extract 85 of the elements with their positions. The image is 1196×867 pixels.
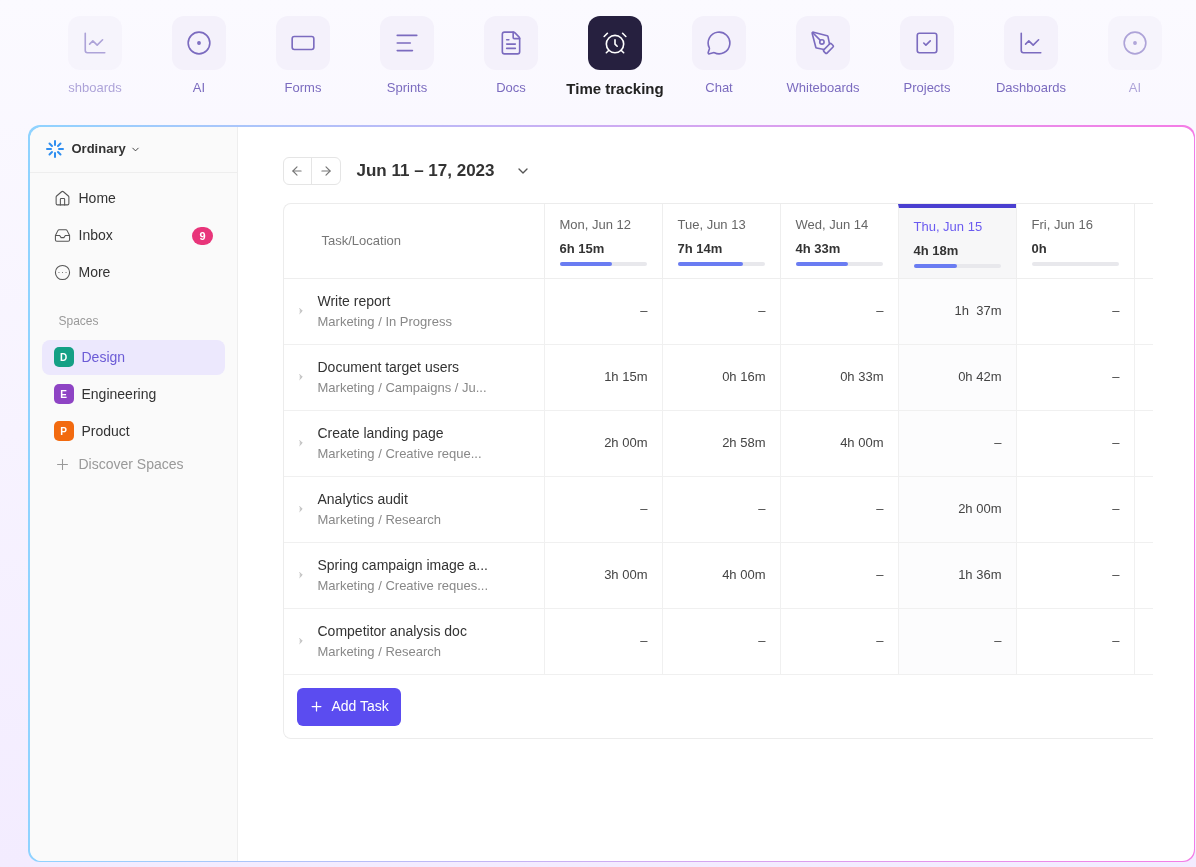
nav-tab[interactable]: Docs [459, 16, 563, 98]
time-cell-text: – [1112, 632, 1120, 651]
task-name: Create landing page [317, 423, 445, 443]
chart-icon [1018, 30, 1044, 56]
task-name: Competitor analysis doc [317, 621, 467, 641]
time-cell-text: 1h 36m [958, 566, 1002, 585]
sidebar-item[interactable]: Home [41, 184, 225, 213]
sparkle-logo-icon [45, 140, 64, 158]
more-icon [53, 264, 71, 281]
task-name: Write report [317, 291, 392, 311]
task-name: Document target users [317, 357, 461, 377]
nav-tab[interactable]: Chat [667, 16, 771, 98]
time-cell-text: – [876, 632, 884, 651]
time-cell-text: 0h 16m [722, 368, 766, 387]
space-avatar: D [53, 347, 74, 367]
task-location: Marketing / Research [317, 510, 442, 529]
time-cell-text: – [994, 434, 1002, 453]
column-heading: Task/Location [321, 231, 401, 250]
time-cell-text: – [876, 302, 884, 321]
time-cell-text: – [876, 566, 884, 585]
day-column-header[interactable]: Tue, Jun 13 7h 14m [661, 203, 780, 278]
task-name: Analytics audit [317, 489, 409, 509]
time-cell-text: 2h 00m [958, 500, 1002, 519]
task-location: Marketing / Research [317, 642, 443, 661]
nav-tab[interactable]: Whiteboards [771, 16, 875, 98]
day-column-header[interactable]: Wed, Jun 14 4h 33m [779, 203, 898, 278]
time-cell-text: 2h 58m [722, 434, 766, 453]
nav-tab[interactable]: AI [147, 16, 251, 98]
space-avatar: E [53, 384, 74, 404]
time-cell-text: – [994, 632, 1002, 651]
task-name: Spring campaign image a... [317, 555, 489, 575]
chat-icon [706, 30, 732, 56]
nav-tab[interactable]: Projects [875, 16, 979, 98]
section-heading: Spaces [57, 312, 100, 330]
time-cell-text: 0h 42m [958, 368, 1002, 387]
time-cell-text: – [640, 632, 648, 651]
discover-spaces-link[interactable]: Discover Spaces [41, 450, 225, 479]
clock-icon [602, 30, 628, 56]
day-column-header[interactable]: Thu, Jun 15 4h 18m [897, 203, 1016, 278]
add-task-button[interactable]: Add Task [296, 687, 401, 726]
nav-tab[interactable]: Dashboards [979, 16, 1083, 98]
time-cell-text: 4h 00m [722, 566, 766, 585]
nav-tab[interactable]: Sprints [355, 16, 459, 98]
pen-icon [810, 30, 836, 56]
time-cell-text: – [758, 500, 766, 519]
time-cell-text: 1h 15m [604, 368, 648, 387]
space-item[interactable]: E Engineering [41, 376, 225, 412]
time-cell-text: 3h 00m [604, 566, 648, 585]
checkbox-icon [914, 30, 940, 56]
count-badge: 9 [192, 226, 213, 245]
time-cell-text: – [1112, 500, 1120, 519]
time-cell-text: 1h 37m [954, 302, 1002, 321]
ring-icon [186, 30, 212, 56]
time-cell-text: – [1112, 368, 1120, 387]
time-cell-text: – [758, 302, 766, 321]
home-icon [53, 190, 71, 207]
time-cell-text: – [1112, 566, 1120, 585]
plus-icon [308, 699, 324, 714]
workspace-switcher[interactable]: Ordinary [71, 139, 141, 159]
time-cell-text: – [1112, 302, 1120, 321]
space-avatar: P [53, 421, 74, 441]
task-location: Marketing / In Progress [317, 312, 452, 331]
sidebar-item[interactable]: More [41, 258, 225, 287]
time-cell-text: 4h 00m [840, 434, 884, 453]
task-location: Marketing / Creative reques... [317, 576, 489, 595]
chart-icon [82, 30, 108, 56]
day-column-header[interactable]: Fri, Jun 16 0h [1015, 203, 1134, 278]
task-location: Marketing / Creative reque... [317, 444, 482, 463]
space-item[interactable]: P Product [41, 413, 225, 449]
sidebar-item[interactable]: Inbox 9 [41, 221, 225, 250]
nav-tab[interactable]: Forms [251, 16, 355, 98]
date-range: Jun 11 – 17, 2023 [356, 159, 495, 182]
time-cell-text: 0h 33m [840, 368, 884, 387]
inbox-icon [53, 227, 71, 244]
time-cell-text: 2h 00m [604, 434, 648, 453]
ring-icon [1122, 30, 1148, 56]
time-cell-text: – [758, 632, 766, 651]
time-cell-text: – [1112, 434, 1120, 453]
day-column-header[interactable]: Mon, Jun 12 6h 15m [543, 203, 662, 278]
nav-tab[interactable]: Time tracking [563, 16, 667, 101]
time-cell-text: – [640, 500, 648, 519]
time-cell-text: – [640, 302, 648, 321]
space-item[interactable]: D Design [41, 339, 225, 375]
time-cell-text: – [876, 500, 884, 519]
task-location: Marketing / Campaigns / Ju... [317, 378, 487, 397]
